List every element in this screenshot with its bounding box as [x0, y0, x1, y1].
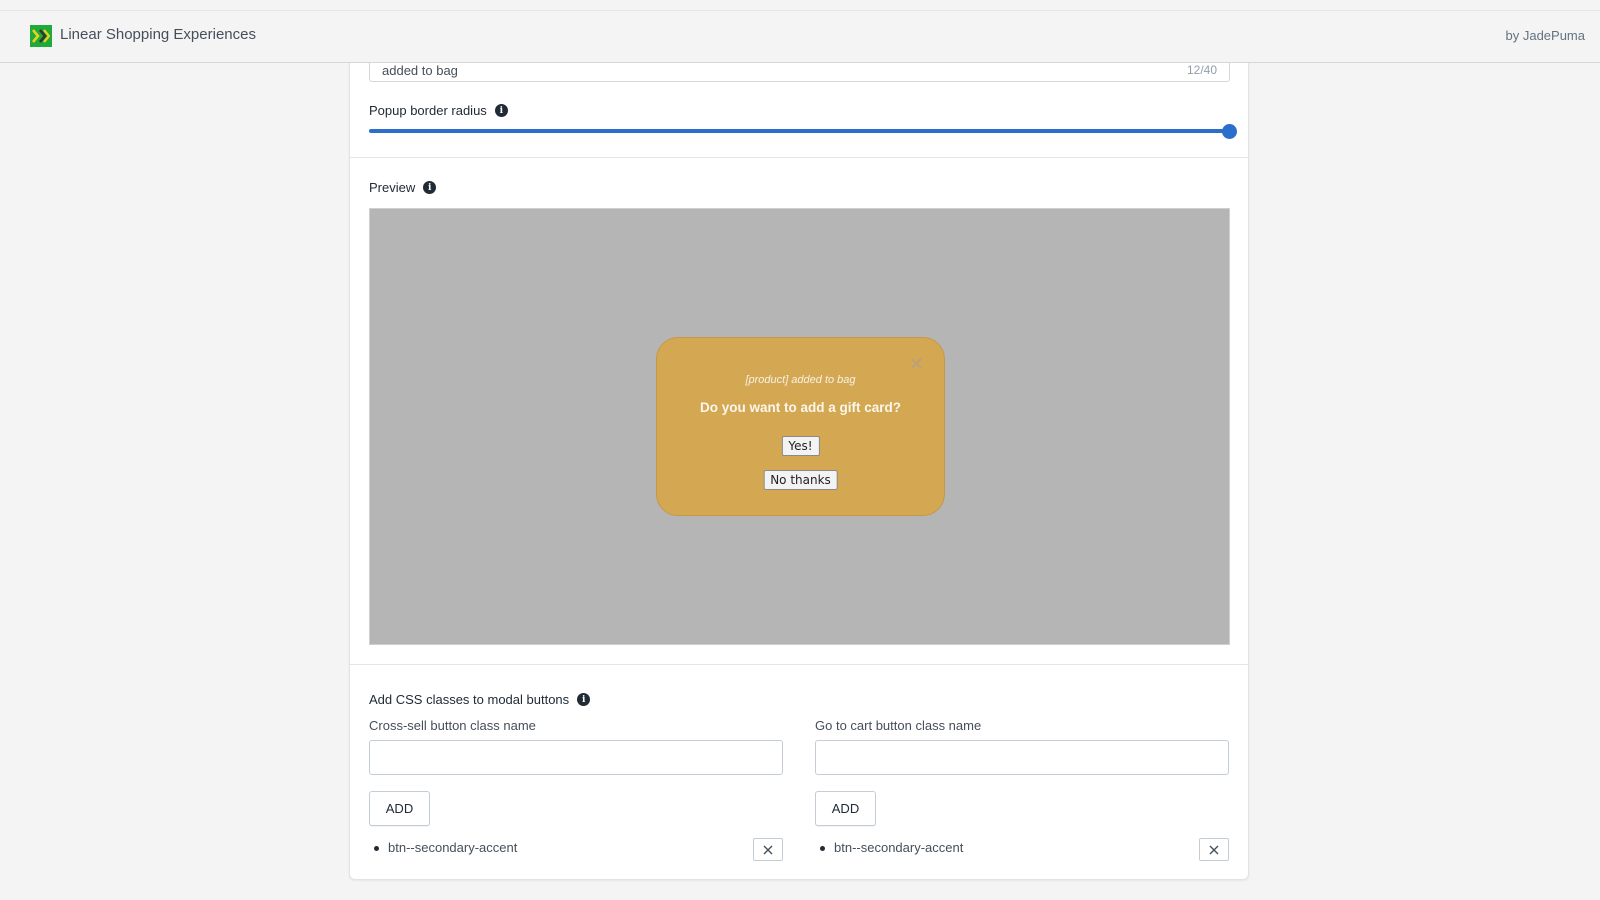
popup-border-radius-slider[interactable]	[369, 123, 1237, 139]
app-logo	[30, 25, 52, 47]
settings-card: added to bag 12/40 Popup border radius i…	[349, 20, 1249, 880]
close-icon[interactable]: ✕	[909, 354, 924, 375]
character-count: 12/40	[1186, 63, 1217, 77]
preview-modal: ✕ [product] added to bag Do you want to …	[656, 337, 945, 516]
cross-sell-class-input[interactable]	[369, 740, 783, 775]
top-bar: Linear Shopping Experiences by JadePuma	[0, 10, 1600, 63]
popup-border-radius-label: Popup border radius i	[369, 103, 508, 118]
cross-sell-add-button[interactable]: ADD	[369, 791, 430, 826]
go-to-cart-class-input[interactable]	[815, 740, 1229, 775]
css-classes-label-text: Add CSS classes to modal buttons	[369, 692, 570, 707]
remove-class-button[interactable]	[1199, 838, 1229, 861]
bullet	[820, 846, 825, 851]
no-thanks-button[interactable]: No thanks	[763, 470, 838, 490]
slider-thumb[interactable]	[1222, 124, 1237, 139]
class-name: btn--secondary-accent	[388, 840, 518, 855]
popup-border-radius-label-text: Popup border radius	[369, 103, 487, 118]
top-strip	[0, 0, 1600, 10]
preview-label: Preview i	[369, 180, 437, 195]
preview-area: ✕ [product] added to bag Do you want to …	[369, 208, 1230, 645]
cross-sell-field-label: Cross-sell button class name	[369, 718, 536, 733]
go-to-cart-add-button[interactable]: ADD	[815, 791, 876, 826]
class-name: btn--secondary-accent	[834, 840, 964, 855]
class-list-item: btn--secondary-accent	[369, 838, 783, 864]
cross-sell-column: Cross-sell button class name ADD btn--se…	[369, 718, 783, 864]
added-to-bag-input-value: added to bag	[382, 63, 458, 78]
remove-class-button[interactable]	[753, 838, 783, 861]
yes-button[interactable]: Yes!	[781, 436, 820, 456]
section-divider	[350, 157, 1248, 158]
app-title: Linear Shopping Experiences	[60, 26, 256, 43]
go-to-cart-column: Go to cart button class name ADD btn--se…	[815, 718, 1229, 864]
double-chevron-right-icon	[32, 29, 50, 43]
close-icon	[763, 845, 773, 854]
go-to-cart-field-label: Go to cart button class name	[815, 718, 982, 733]
info-icon[interactable]: i	[423, 181, 437, 194]
info-icon[interactable]: i	[494, 104, 508, 117]
close-icon	[1209, 845, 1219, 854]
css-classes-label: Add CSS classes to modal buttons i	[369, 692, 591, 707]
modal-question: Do you want to add a gift card?	[699, 400, 901, 415]
modal-subtitle: [product] added to bag	[745, 374, 856, 386]
byline: by JadePuma	[1505, 28, 1586, 43]
section-divider	[350, 664, 1248, 665]
info-icon[interactable]: i	[577, 693, 591, 706]
preview-label-text: Preview	[369, 180, 416, 195]
slider-track[interactable]	[369, 129, 1230, 133]
class-list-item: btn--secondary-accent	[815, 838, 1229, 864]
bullet	[374, 846, 379, 851]
